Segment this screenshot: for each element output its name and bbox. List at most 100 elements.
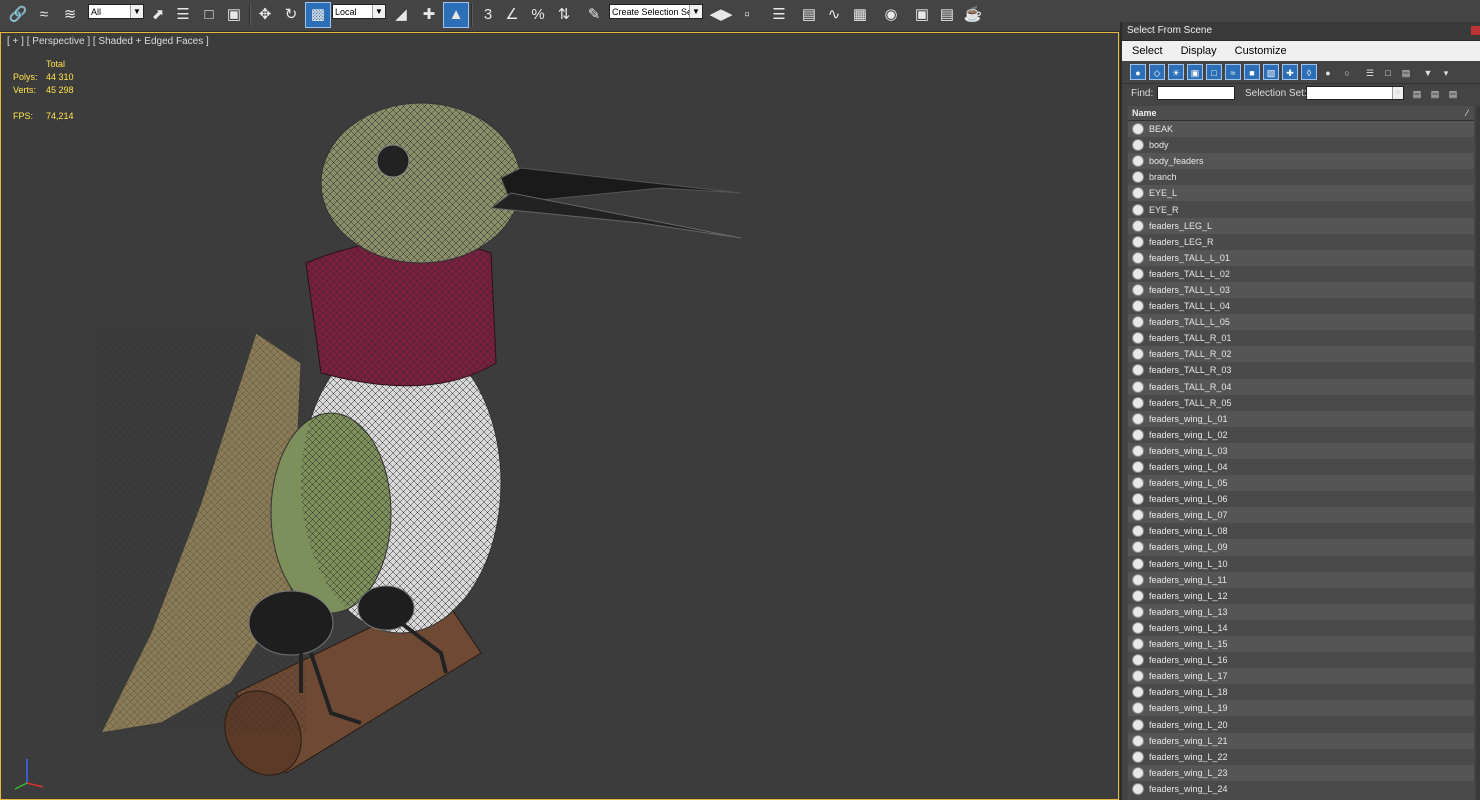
list-item[interactable]: BEAK [1128,121,1474,138]
render-icon[interactable]: ☕ [961,3,985,27]
dialog-title-bar[interactable]: Select From Scene [1122,22,1480,41]
rotate-icon[interactable]: ↻ [279,3,303,27]
scene-object-list[interactable]: Name ⁄ BEAK body body_feaders branch EYE_L EY… [1128,106,1474,800]
percent-snap-icon[interactable]: % [526,3,550,27]
list-item[interactable]: EYE_R [1128,201,1474,218]
list-item[interactable]: feaders_TALL_R_01 [1128,330,1474,347]
list-item[interactable]: feaders_TALL_L_02 [1128,265,1474,282]
list-item[interactable]: body [1128,137,1474,154]
cameras-filter-icon[interactable]: ▣ [1187,64,1203,80]
list-item[interactable]: feaders_wing_L_20 [1128,716,1474,733]
list-item[interactable]: feaders_TALL_L_03 [1128,281,1474,299]
perspective-viewport[interactable]: [ + ] [ Perspective ] [ Shaded + Edged F… [0,32,1119,800]
list-item[interactable]: feaders_wing_L_22 [1128,748,1474,765]
remove-selection-set-icon[interactable]: ▤ [1427,85,1443,101]
list-item[interactable]: feaders_wing_L_01 [1128,410,1474,427]
scale-icon[interactable]: ▩ [305,2,331,28]
rect-region-icon[interactable]: □ [197,3,221,27]
shapes-filter-icon[interactable]: ◇ [1149,64,1165,80]
select-none-icon[interactable]: ▤ [1398,64,1414,80]
angle-snap-icon[interactable]: ∠ [500,3,524,27]
select-all-icon[interactable]: □ [1380,64,1396,80]
list-item[interactable]: feaders_wing_L_18 [1128,684,1474,701]
filter-options-icon[interactable]: ▾ [1438,64,1454,80]
list-item[interactable]: feaders_wing_L_16 [1128,652,1474,669]
selection-set-dropdown[interactable]: ▼ [1306,86,1404,100]
display-all-icon[interactable]: ● [1320,64,1336,80]
select-manipulate-icon[interactable]: ✚ [417,3,441,27]
snaps-toggle-icon[interactable]: 3 [476,3,500,27]
list-item[interactable]: EYE_L [1128,185,1474,202]
selection-filter-dropdown[interactable]: All ▼ [88,4,144,19]
material-editor-icon[interactable]: ◉ [879,3,903,27]
list-item[interactable]: feaders_wing_L_12 [1128,587,1474,604]
list-item[interactable]: feaders_wing_L_15 [1128,636,1474,653]
bones-filter-icon[interactable]: ✚ [1282,64,1298,80]
lights-filter-icon[interactable]: ☀ [1168,64,1184,80]
list-item[interactable]: feaders_wing_L_10 [1128,555,1474,572]
xrefs-filter-icon[interactable]: ▧ [1263,64,1279,80]
display-none-icon[interactable]: ○ [1339,64,1355,80]
list-item[interactable]: feaders_wing_L_11 [1128,571,1474,588]
list-item[interactable]: feaders_wing_L_17 [1128,668,1474,685]
list-item[interactable]: feaders_LEG_R [1128,233,1474,250]
bind-spacewarp-icon[interactable]: ≋ [58,3,82,27]
list-item[interactable]: feaders_TALL_L_01 [1128,249,1474,266]
list-item[interactable]: body_feaders [1128,153,1474,170]
list-item[interactable]: feaders_wing_L_13 [1128,603,1474,620]
menu-customize[interactable]: Customize [1235,45,1287,57]
list-item[interactable]: feaders_wing_L_23 [1128,764,1474,781]
list-item[interactable]: feaders_wing_L_07 [1128,507,1474,524]
list-item[interactable]: feaders_wing_L_08 [1128,523,1474,540]
find-input[interactable] [1157,86,1235,100]
list-item[interactable]: feaders_wing_L_19 [1128,700,1474,717]
geometry-filter-icon[interactable]: ● [1130,64,1146,80]
list-item[interactable]: feaders_wing_L_04 [1128,458,1474,476]
list-item[interactable]: feaders_TALL_R_03 [1128,362,1474,379]
select-by-name-icon[interactable]: ☰ [171,3,195,27]
keyboard-shortcut-icon[interactable]: ▲ [443,2,469,28]
unlink-icon[interactable]: ≈ [32,3,56,27]
list-item[interactable]: feaders_wing_L_06 [1128,491,1474,508]
list-item[interactable]: feaders_wing_L_05 [1128,475,1474,492]
list-item[interactable]: feaders_TALL_L_05 [1128,314,1474,331]
groups-filter-icon[interactable]: ■ [1244,64,1260,80]
align-icon[interactable]: ▫ [735,3,759,27]
list-view-icon[interactable]: ☰ [1362,64,1378,80]
window-crossing-icon[interactable]: ▣ [222,3,246,27]
use-pivot-icon[interactable]: ◢ [389,3,413,27]
helpers-filter-icon[interactable]: □ [1206,64,1222,80]
rendered-frame-icon[interactable]: ▤ [935,3,959,27]
move-icon[interactable]: ✥ [253,3,277,27]
close-icon[interactable] [1471,26,1480,35]
edit-named-selections-icon[interactable]: ✎ [582,3,606,27]
list-item[interactable]: feaders_TALL_R_04 [1128,378,1474,395]
spacewarps-filter-icon[interactable]: ≈ [1225,64,1241,80]
list-item[interactable]: feaders_wing_L_21 [1128,732,1474,749]
layer-explorer-icon[interactable]: ☰ [767,3,791,27]
list-item[interactable]: feaders_TALL_L_04 [1128,298,1474,315]
schematic-view-icon[interactable]: ▦ [848,3,872,27]
hummingbird-model[interactable] [1,33,1118,799]
toggle-ribbon-icon[interactable]: ▤ [797,3,821,27]
list-item[interactable]: feaders_wing_L_03 [1128,442,1474,459]
containers-filter-icon[interactable]: ◊ [1301,64,1317,80]
list-item[interactable]: feaders_LEG_L [1128,217,1474,234]
edit-selection-set-icon[interactable]: ▤ [1445,85,1461,101]
list-item[interactable]: feaders_wing_L_24 [1128,780,1474,797]
spinner-snap-icon[interactable]: ⇅ [552,3,576,27]
menu-select[interactable]: Select [1132,45,1163,57]
reference-coordinate-dropdown[interactable]: Local ▼ [332,4,386,19]
mirror-icon[interactable]: ◀▶ [709,3,733,27]
list-item[interactable]: feaders_TALL_R_02 [1128,346,1474,363]
list-item[interactable]: branch [1128,169,1474,186]
select-object-icon[interactable]: ⬈ [146,3,170,27]
list-item[interactable]: feaders_TALL_R_05 [1128,394,1474,411]
link-icon[interactable]: 🔗 [6,3,30,27]
filter-icon[interactable]: ▼ [1420,64,1436,80]
menu-display[interactable]: Display [1181,45,1217,57]
curve-editor-icon[interactable]: ∿ [822,3,846,27]
column-header-name[interactable]: Name ⁄ [1128,106,1474,121]
list-item[interactable]: feaders_wing_L_14 [1128,619,1474,636]
list-item[interactable]: feaders_wing_L_02 [1128,426,1474,443]
